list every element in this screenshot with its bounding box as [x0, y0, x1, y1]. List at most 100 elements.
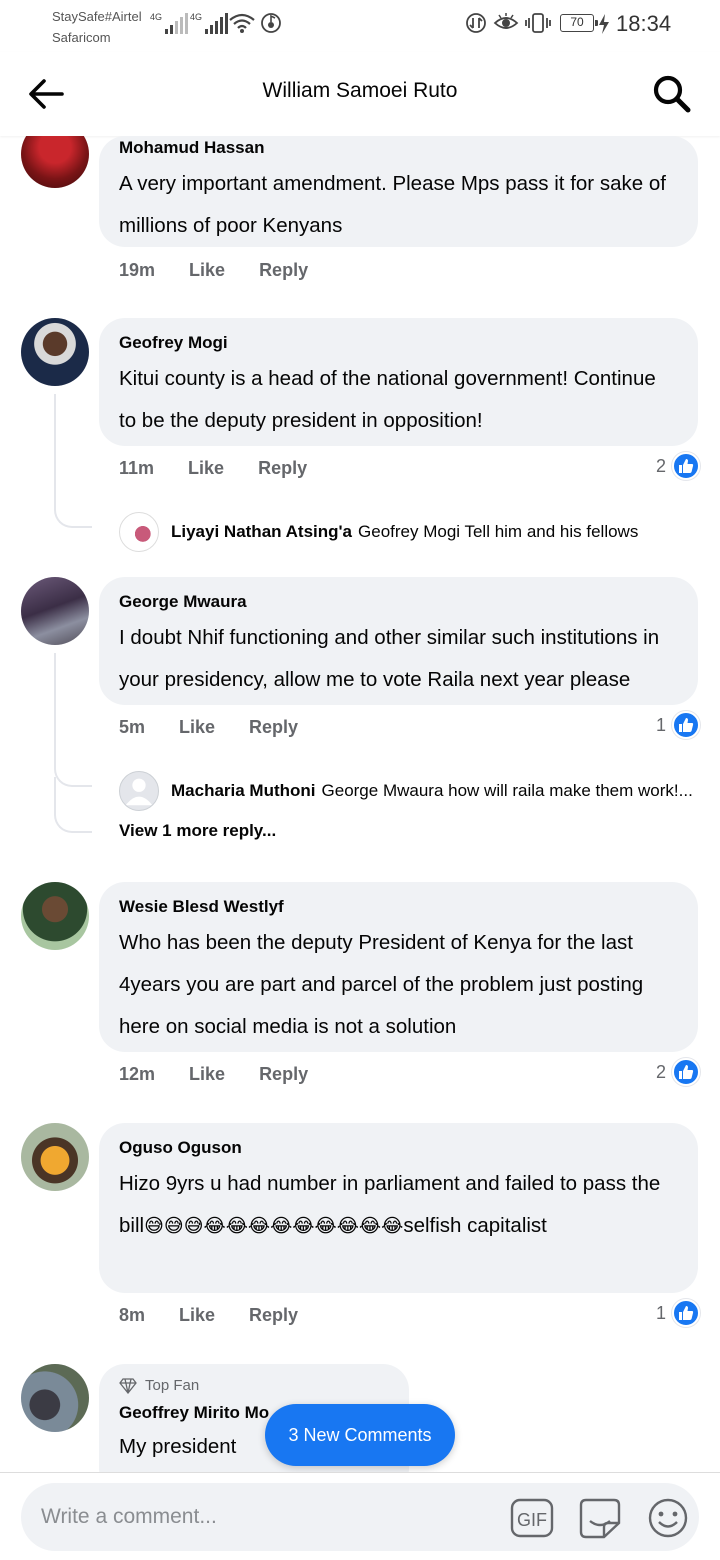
thumbs-up-icon — [672, 1058, 700, 1086]
top-fan-badge: Top Fan — [119, 1376, 389, 1396]
wifi-icon — [229, 13, 255, 33]
comment-time: 11m — [119, 458, 155, 478]
diamond-icon — [119, 1378, 137, 1394]
page-title: William Samoei Ruto — [262, 79, 458, 102]
avatar[interactable] — [21, 136, 89, 188]
comment-actions: 5m Like Reply — [119, 717, 298, 738]
reply-preview[interactable]: Liyayi Nathan Atsing'a Geofrey Mogi Tell … — [119, 512, 706, 552]
reply-thread-line — [54, 653, 92, 787]
like-button[interactable]: Like — [179, 1305, 215, 1326]
comment-bubble: Oguso Oguson Hizo 9yrs u had number in p… — [99, 1123, 698, 1293]
emoji-button[interactable] — [646, 1497, 690, 1539]
svg-text:GIF: GIF — [517, 1510, 547, 1530]
comment-author[interactable]: Oguso Oguson — [119, 1137, 678, 1159]
avatar[interactable] — [21, 1123, 89, 1191]
carrier-primary: StaySafe#Airtel — [52, 9, 142, 24]
status-bar: StaySafe#Airtel Safaricom 4G 4G 70 18:34 — [0, 0, 720, 50]
sticker-icon — [579, 1498, 621, 1539]
badge-label: Top Fan — [145, 1377, 200, 1394]
reaction-summary[interactable]: 2 — [656, 452, 700, 480]
comment-text: Hizo 9yrs u had number in parliament and… — [119, 1163, 678, 1247]
reply-author[interactable]: Liyayi Nathan Atsing'a — [171, 522, 352, 541]
comments-list[interactable]: Mohamud Hassan A very important amendmen… — [0, 136, 720, 1472]
reaction-summary[interactable]: 1 — [656, 1299, 700, 1327]
sticker-button[interactable] — [578, 1497, 622, 1539]
charging-icon — [599, 14, 609, 34]
default-avatar-icon[interactable] — [119, 771, 159, 811]
like-button[interactable]: Like — [179, 717, 215, 738]
comment-bubble: Wesie Blesd Westlyf Who has been the dep… — [99, 882, 698, 1052]
avatar[interactable] — [21, 882, 89, 950]
vibrate-icon — [525, 13, 551, 33]
reply-text: George Mwaura how will raila make them w… — [321, 781, 693, 800]
comment-actions: 19m Like Reply — [119, 260, 308, 281]
reply-author[interactable]: Macharia Muthoni — [171, 781, 316, 800]
comment-time: 8m — [119, 1305, 146, 1325]
gif-icon: GIF — [510, 1498, 554, 1538]
comment-time: 19m — [119, 260, 156, 280]
comment-author[interactable]: Geofrey Mogi — [119, 332, 678, 354]
eye-comfort-icon — [493, 13, 519, 29]
like-button[interactable]: Like — [189, 1064, 225, 1085]
comment-actions: 12m Like Reply — [119, 1064, 308, 1085]
comment-time: 5m — [119, 717, 146, 737]
carrier-secondary: Safaricom — [52, 30, 111, 45]
like-button[interactable]: Like — [189, 260, 225, 281]
reaction-summary[interactable]: 2 — [656, 1058, 700, 1086]
comment-text: A very important amendment. Please Mps p… — [119, 172, 666, 237]
reply-preview[interactable]: Macharia Muthoni George Mwaura how will r… — [119, 771, 706, 811]
sync-icon — [261, 13, 281, 33]
search-icon — [653, 75, 691, 113]
smiley-icon — [648, 1498, 688, 1538]
reply-thread-line — [54, 394, 92, 528]
thumbs-up-icon — [672, 452, 700, 480]
reaction-count: 2 — [655, 1061, 666, 1082]
comment-time: 12m — [119, 1064, 156, 1084]
status-time: 18:34 — [616, 11, 672, 36]
comment-text-part: selfish capitalist — [403, 1214, 547, 1237]
reply-button[interactable]: Reply — [249, 717, 298, 738]
avatar[interactable] — [21, 577, 89, 645]
comment-bubble: Geofrey Mogi Kitui county is a head of t… — [99, 318, 698, 446]
signal-strength-icon-2: 4G — [190, 12, 229, 34]
reaction-count: 1 — [655, 714, 666, 735]
reaction-summary[interactable]: 1 — [656, 711, 700, 739]
reply-text: Geofrey Mogi Tell him and his fellows — [358, 522, 639, 541]
new-comments-button[interactable]: 3 New Comments — [265, 1404, 455, 1466]
data-saver-icon — [466, 13, 486, 33]
reply-thread-line — [54, 777, 92, 833]
comment-actions: 11m Like Reply — [119, 458, 307, 479]
comment-author[interactable]: Wesie Blesd Westlyf — [119, 896, 678, 918]
comment-actions: 8m Like Reply — [119, 1305, 298, 1326]
comment-text: Kitui county is a head of the national g… — [119, 367, 656, 432]
search-button[interactable] — [648, 70, 696, 118]
reaction-count: 2 — [655, 455, 666, 476]
top-app-bar: William Samoei Ruto — [0, 52, 720, 136]
avatar[interactable] — [119, 512, 159, 552]
reply-button[interactable]: Reply — [259, 260, 308, 281]
comment-author[interactable]: Mohamud Hassan — [119, 136, 678, 159]
reply-content: Macharia Muthoni George Mwaura how will r… — [171, 781, 693, 801]
comment-text: Who has been the deputy President of Ken… — [119, 931, 644, 1038]
like-button[interactable]: Like — [188, 458, 224, 479]
avatar[interactable] — [21, 318, 89, 386]
avatar[interactable] — [21, 1364, 89, 1432]
reply-button[interactable]: Reply — [258, 458, 307, 479]
reply-content: Liyayi Nathan Atsing'a Geofrey Mogi Tell … — [171, 522, 638, 542]
reaction-count: 1 — [655, 1302, 666, 1323]
comment-bubble: George Mwaura I doubt Nhif functioning a… — [99, 577, 698, 705]
comment-author[interactable]: George Mwaura — [119, 591, 678, 613]
battery-indicator: 70 — [560, 14, 598, 32]
thumbs-up-icon — [672, 1299, 700, 1327]
carrier-info: StaySafe#Airtel Safaricom — [52, 6, 142, 48]
laughing-emoji-icon: 😅😅😅😂😂😂😂😂😂😂😂😂 — [144, 1215, 404, 1237]
gif-button[interactable]: GIF — [510, 1497, 554, 1539]
comment-text: I doubt Nhif functioning and other simil… — [119, 626, 660, 691]
reply-button[interactable]: Reply — [259, 1064, 308, 1085]
thumbs-up-icon — [672, 711, 700, 739]
comment-bubble: Mohamud Hassan A very important amendmen… — [99, 136, 698, 247]
comment-composer: GIF — [0, 1472, 720, 1560]
signal-strength-icon-1: 4G — [150, 12, 189, 34]
reply-button[interactable]: Reply — [249, 1305, 298, 1326]
view-more-replies-link[interactable]: View 1 more reply... — [119, 821, 276, 841]
